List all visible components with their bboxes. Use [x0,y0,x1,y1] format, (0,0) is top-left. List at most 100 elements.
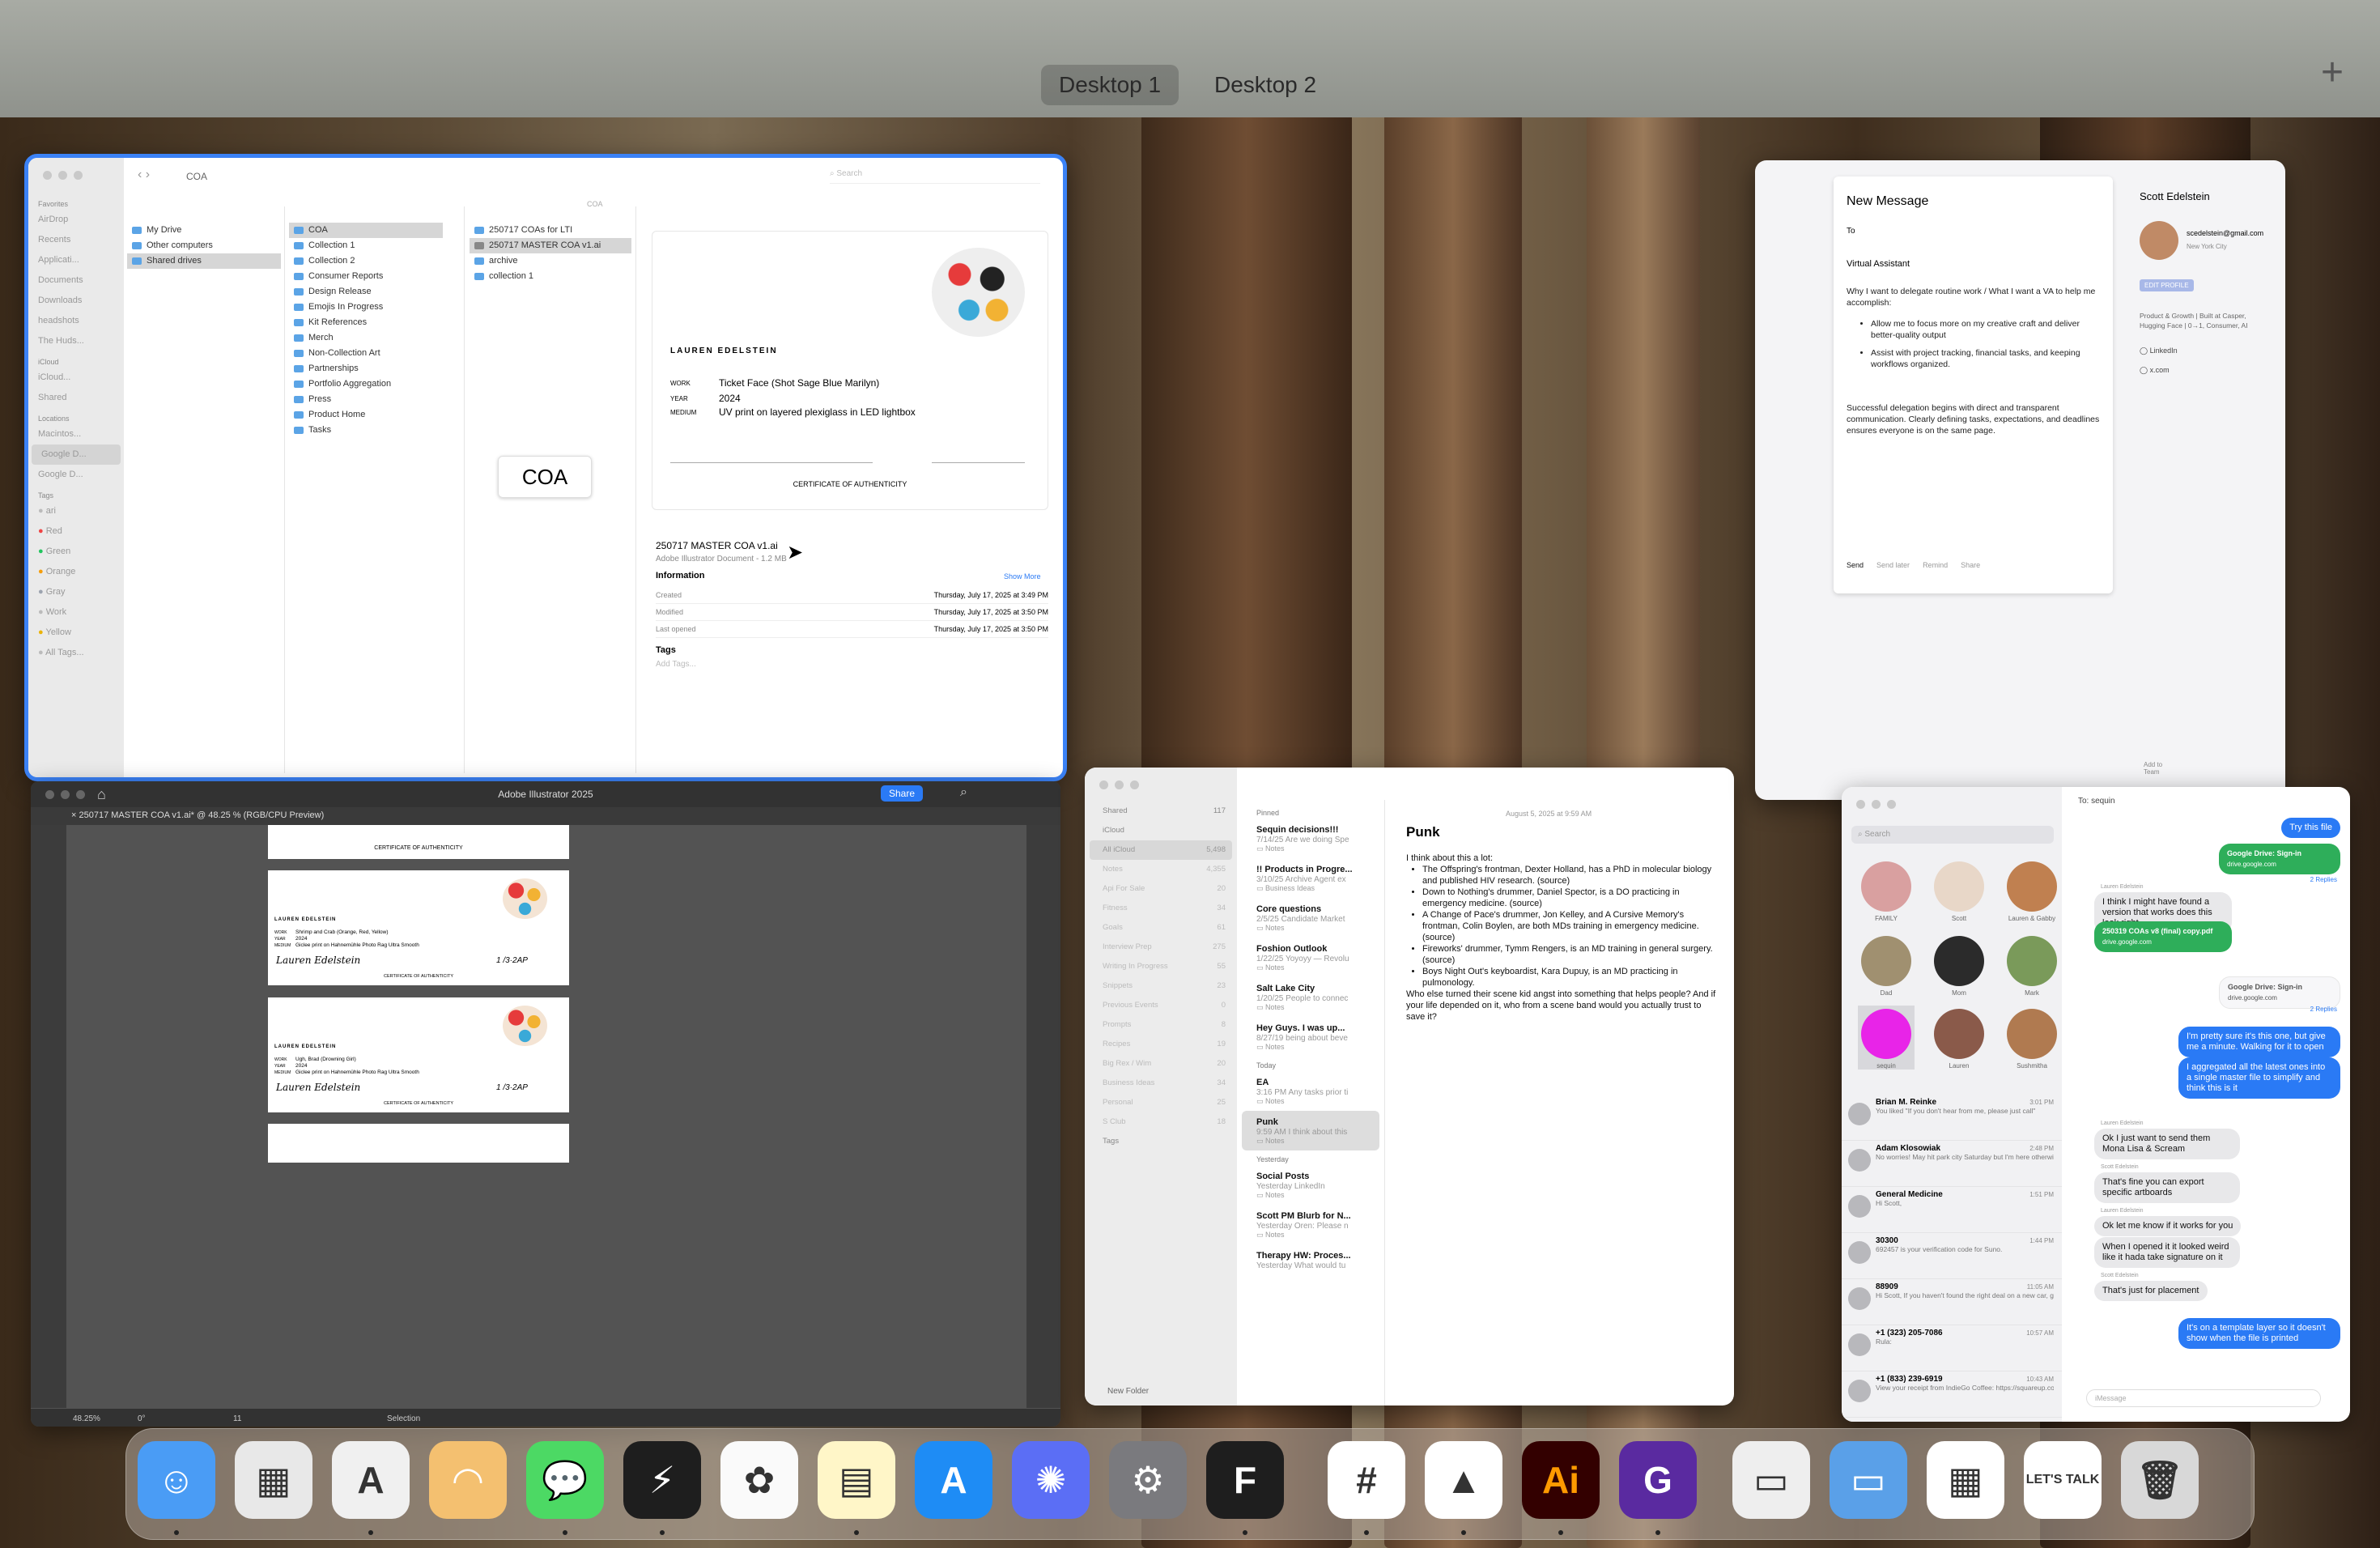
conversation-item[interactable]: Adam Klosowiak 2:48 PM No worries! May hit… [1842,1141,2062,1187]
linear-icon[interactable]: ⚡ [623,1441,701,1519]
back-icon[interactable]: ‹ › [138,168,150,182]
folder-item[interactable]: Partnerships [289,361,443,376]
send-later-button[interactable]: Send later [1876,561,1910,569]
sidebar-item[interactable]: headshots [28,311,124,331]
message-bubble[interactable]: That's just for placement [2094,1281,2208,1301]
sidebar-item[interactable]: Documents [28,270,124,291]
folder-item[interactable]: 250717 MASTER COA v1.ai [470,238,631,253]
messages-window[interactable]: ⌕ Search FAMILY Scott Lauren & Gabby Dad Mom… [1842,787,2350,1422]
message-bubble[interactable]: I aggregated all the latest ones into a … [2178,1057,2340,1099]
desktop-1-tab[interactable]: Desktop 1 [1041,65,1179,105]
notes-list[interactable]: Pinned Sequin decisions!!! 7/14/25 Are we … [1237,804,1384,1275]
pinned-contact[interactable]: Sushmitha [2004,1006,2060,1070]
search-input[interactable]: ⌕ Search [1851,826,2054,844]
sidebar-tag[interactable]: ● Gray [28,582,124,602]
zoom-level[interactable]: 48.25% [73,1414,100,1423]
sidebar-item[interactable]: Recents [28,230,124,250]
folder-item[interactable]: Kit References [289,315,443,330]
folder-item[interactable]: Other computers [127,238,281,253]
folder-item[interactable]: Collection 1 [289,238,443,253]
contact-link[interactable]: ◯ x.com [2140,366,2178,385]
folder-item[interactable]: Emojis In Progress [289,300,443,315]
folder-item[interactable]: Tasks [289,423,443,438]
safari-icon[interactable]: ◠ [429,1441,507,1519]
add-tags-field[interactable]: Add Tags... [656,660,696,669]
note-list-item[interactable]: EA 3:16 PM Any tasks prior ti ▭ Notes [1237,1071,1384,1111]
sidebar-item[interactable]: Shared [28,388,124,408]
note-list-item[interactable]: Salt Lake City 1/20/25 People to connec ▭ … [1237,977,1384,1017]
sidebar-item[interactable]: The Huds... [28,331,124,351]
system-settings-icon[interactable]: ⚙ [1109,1441,1187,1519]
show-more-link[interactable]: Show More [1004,572,1041,580]
edit-profile-button[interactable]: EDIT PROFILE [2140,279,2194,291]
folder-item[interactable]: Portfolio Aggregation [289,376,443,392]
sidebar-item[interactable]: iCloud... [28,368,124,388]
folder-item[interactable]: Goals 61 [1090,918,1232,938]
share-button[interactable]: Share [881,785,924,802]
window-controls[interactable] [43,171,83,180]
folder-item[interactable]: Design Release [289,284,443,300]
message-bubble[interactable]: When I opened it it looked weird like it… [2094,1237,2240,1268]
note-list-item[interactable]: Sequin decisions!!! 7/14/25 Are we doing … [1237,819,1384,858]
folder-item[interactable]: S Club 18 [1090,1112,1232,1132]
arc-icon[interactable]: A [332,1441,410,1519]
folder-item[interactable]: 250717 COAs for LTI [470,223,631,238]
documents-icon[interactable]: ▭ [1732,1441,1810,1519]
contact-links[interactable]: ◯ LinkedIn ◯ x.com [2140,347,2178,385]
right-panel[interactable] [1026,825,1060,1408]
conversation-item[interactable]: +1 (833) 239-6919 10:43 AM View your recei… [1842,1372,2062,1418]
link-preview[interactable]: Google Drive: Sign-in drive.google.com [2219,844,2340,874]
notes-window[interactable]: Shared 117 iCloud All iCloud 5,498 Notes 4,355… [1085,768,1734,1406]
folder-icon[interactable]: ▭ [1830,1441,1907,1519]
mail-window[interactable]: New Message To Virtual Assistant Why I w… [1755,160,2285,800]
conversation-item[interactable]: +1 (323) 205-7086 10:57 AM Rula: [1842,1325,2062,1372]
notes-icon[interactable]: ▤ [818,1441,895,1519]
column-divider[interactable] [464,206,465,773]
note-list-item[interactable]: Social Posts Yesterday LinkedIn ▭ Notes [1237,1165,1384,1205]
remind-button[interactable]: Remind [1923,561,1948,569]
pinned-contact[interactable]: sequin [1858,1006,1915,1070]
send-button[interactable]: Send [1847,561,1864,569]
message-bubble[interactable]: I'm pretty sure it's this one, but give … [2178,1027,2340,1057]
illustrator-window[interactable]: ⌂ Adobe Illustrator 2025 Share ⌕ × 25071… [31,781,1060,1427]
artboard[interactable] [268,1124,569,1163]
note-list-item[interactable]: !! Products in Progre... 3/10/25 Archive … [1237,858,1384,898]
let-s-talk-icon[interactable]: LET'S TALK [2024,1441,2102,1519]
pinned-contact[interactable]: FAMILY [1858,858,1915,922]
column-2[interactable]: COA Collection 1 Collection 2 Consumer Repo… [289,223,443,438]
slack-icon[interactable]: # [1328,1441,1405,1519]
folder-item[interactable]: Fitness 34 [1090,899,1232,918]
search-input[interactable]: ⌕ Search [830,169,1040,184]
new-folder-button[interactable]: New Folder [1107,1387,1149,1396]
trash-icon[interactable]: 🗑 [2121,1441,2199,1519]
folder-item[interactable]: Product Home [289,407,443,423]
folder-item[interactable]: My Drive [127,223,281,238]
note-list-item[interactable]: Therapy HW: Proces... Yesterday What woul… [1237,1244,1384,1275]
thread[interactable]: Try this file Google Drive: Sign-in drive… [2062,814,2350,1381]
tools-panel[interactable] [31,825,66,1408]
launchpad-icon[interactable]: ▦ [235,1441,312,1519]
folder-item[interactable]: Interview Prep 275 [1090,938,1232,957]
link-preview[interactable]: Google Drive: Sign-in drive.google.com [2219,976,2340,1009]
compose-pane[interactable]: New Message To Virtual Assistant Why I w… [1834,176,2113,593]
folder-item[interactable]: Notes 4,355 [1090,860,1232,879]
page-number[interactable]: 11 [233,1414,241,1423]
share-button[interactable]: Share [1961,561,1980,569]
conversation-item[interactable]: 88909 11:05 AM Hi Scott, If you haven't fo… [1842,1279,2062,1325]
message-bubble[interactable]: That's fine you can export specific artb… [2094,1172,2240,1203]
note-list-item[interactable]: Core questions 2/5/25 Candidate Market ▭ N… [1237,898,1384,938]
photos-icon[interactable]: ✿ [720,1441,798,1519]
message-bubble[interactable]: Ok let me know if it works for you [2094,1216,2242,1236]
messages-icon[interactable]: 💬 [526,1441,604,1519]
conversation-item[interactable]: Brian M. Reinke 3:01 PM You liked "If you … [1842,1095,2062,1141]
pinned-contact[interactable]: Scott [1931,858,1987,922]
contact-email[interactable]: scedelstein@gmail.com [2187,229,2263,237]
sidebar-item[interactable]: Downloads [28,291,124,311]
ai-icon[interactable]: Ai [1522,1441,1600,1519]
window-controls[interactable] [1856,800,1896,809]
column-1[interactable]: My Drive Other computers Shared drives [127,223,281,269]
sidebar-tag[interactable]: ● Red [28,521,124,542]
folder-item[interactable]: Recipes 19 [1090,1035,1232,1054]
artboard[interactable]: CERTIFICATE OF AUTHENTICITY [268,825,569,859]
note-body[interactable]: I think about this a lot: The Offspring'… [1406,853,1722,1023]
